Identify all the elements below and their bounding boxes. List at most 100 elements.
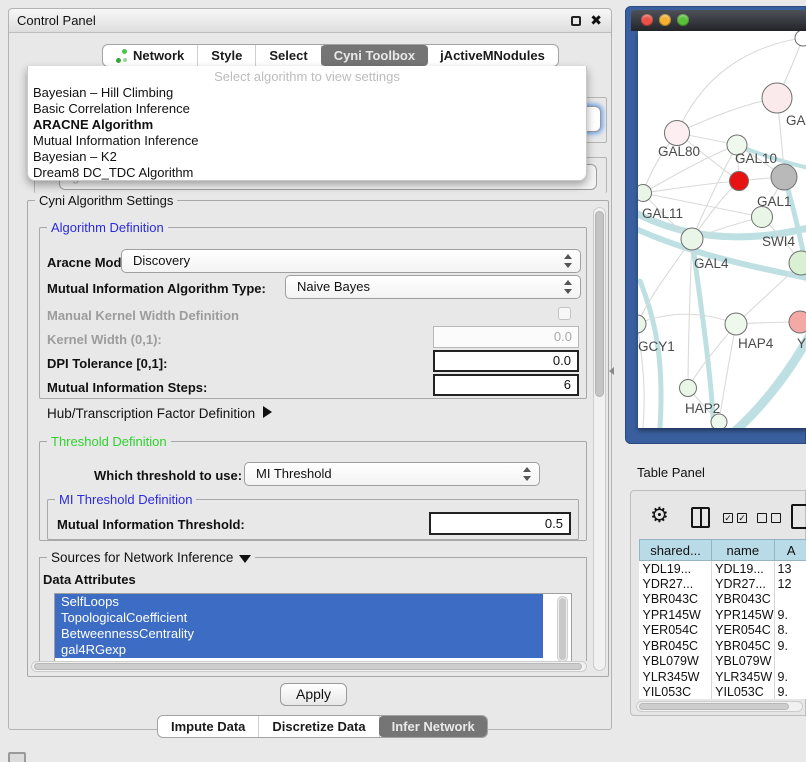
graph-node-swi4[interactable]	[789, 251, 806, 275]
algorithm-option[interactable]: ARACNE Algorithm	[28, 117, 586, 133]
close-traffic-icon[interactable]	[641, 14, 653, 26]
control-panel-window: Control Panel ✖ Network Style Select Cyn…	[8, 8, 612, 730]
graph-node-hap4[interactable]	[725, 313, 747, 335]
mi-steps-field[interactable]: 6	[433, 374, 579, 396]
chevron-down-icon	[239, 555, 251, 563]
node-label: GAL80	[658, 144, 700, 159]
table-header-row[interactable]: shared... name A	[640, 540, 806, 561]
table-row[interactable]: YBR043CYBR043C	[640, 592, 806, 608]
cyni-mode-tabs: Impute Data Discretize Data Infer Networ…	[157, 715, 488, 738]
unchecked-checkbox-icon[interactable]	[771, 513, 781, 523]
list-scrollbar[interactable]	[557, 596, 568, 662]
apply-button[interactable]: Apply	[280, 683, 347, 706]
node-label: GAL4	[694, 256, 729, 271]
control-panel-tabs: Network Style Select Cyni Toolbox jActiv…	[102, 44, 559, 67]
aracne-mode-combo[interactable]: Discovery	[121, 249, 581, 273]
table-row[interactable]: YER054CYER054C8.	[640, 623, 806, 639]
table-row[interactable]: YIL053CYIL053C9.	[640, 685, 806, 700]
tab-infer-network[interactable]: Infer Network	[379, 716, 488, 737]
algorithm-dropdown-placeholder: Select algorithm to view settings	[28, 66, 586, 85]
settings-vertical-scrollbar[interactable]	[593, 207, 606, 671]
which-threshold-combo[interactable]: MI Threshold	[244, 462, 540, 486]
dpi-tolerance-field[interactable]: 0.0	[433, 350, 579, 372]
column-name[interactable]: name	[712, 540, 774, 561]
algorithm-option[interactable]: Bayesian – K2	[28, 149, 586, 165]
node-label: GAL10	[735, 151, 777, 166]
table-row[interactable]: YBR045CYBR045C9.	[640, 638, 806, 654]
table-row[interactable]: YDL19...YDL19...13	[640, 561, 806, 577]
hub-definition-toggle[interactable]: Hub/Transcription Factor Definition	[47, 406, 272, 421]
kernel-width-field[interactable]: 0.0	[433, 326, 579, 348]
graph-node-gcy1[interactable]	[638, 315, 646, 333]
graph-node-gal4[interactable]	[681, 228, 703, 250]
graph-node[interactable]	[771, 164, 797, 190]
network-canvas[interactable]: GALGAL80GAL10GAL1GAL11SWI4GAL4GCY1HAP4YH…	[638, 31, 806, 428]
data-attributes-list[interactable]: SelfLoopsTopologicalCoefficientBetweenne…	[54, 593, 572, 664]
attribute-list-item[interactable]: SelfLoops	[55, 594, 543, 610]
mi-algorithm-type-combo[interactable]: Naive Bayes	[285, 275, 581, 299]
graph-node[interactable]	[795, 31, 806, 46]
algorithm-option[interactable]: Mutual Information Inference	[28, 133, 586, 149]
graph-node-gal[interactable]	[762, 83, 792, 113]
zoom-traffic-icon[interactable]	[677, 14, 689, 26]
node-label: GAL	[786, 113, 806, 128]
graph-node-gal11[interactable]	[638, 185, 652, 202]
unchecked-checkbox-icon[interactable]	[757, 513, 767, 523]
table-row[interactable]: YBL079WYBL079W	[640, 654, 806, 670]
application-root: Control Panel ✖ Network Style Select Cyn…	[0, 0, 806, 762]
chevron-right-icon	[263, 406, 272, 418]
gear-icon[interactable]: ⚙	[650, 503, 669, 528]
node-label: GCY1	[638, 339, 675, 354]
node-label: GAL11	[642, 206, 683, 221]
combo-stepper-icon	[563, 254, 572, 268]
checked-checkbox-icon[interactable]: ✓	[737, 513, 747, 523]
mi-threshold-field[interactable]: 0.5	[429, 512, 571, 535]
algorithm-option[interactable]: Dream8 DC_TDC Algorithm	[28, 165, 586, 181]
mi-algorithm-type-label: Mutual Information Algorithm Type:	[47, 281, 266, 296]
node-label: GAL1	[757, 194, 792, 209]
graph-node-gal1[interactable]	[752, 207, 773, 228]
minimized-panel-icon[interactable]	[8, 752, 26, 762]
tab-cyni-toolbox[interactable]: Cyni Toolbox	[321, 45, 428, 66]
tab-impute-data[interactable]: Impute Data	[158, 716, 259, 737]
table-horizontal-scrollbar[interactable]	[636, 701, 803, 712]
table-file-icon[interactable]	[791, 504, 806, 529]
mi-threshold-label: Mutual Information Threshold:	[57, 517, 245, 532]
algorithm-option[interactable]: Basic Correlation Inference	[28, 101, 586, 117]
checked-checkbox-icon[interactable]: ✓	[723, 513, 733, 523]
attribute-list-item[interactable]: gal4RGexp	[55, 642, 543, 658]
nodes[interactable]	[638, 31, 806, 428]
table-row[interactable]: YLR345WYLR345W9.	[640, 669, 806, 685]
node-table-viewport: shared... name A YDL19...YDL19...13YDR27…	[639, 539, 806, 699]
table-row[interactable]: YDR27...YDR27...12	[640, 576, 806, 592]
node-label: HAP4	[738, 336, 774, 351]
manual-kernel-checkbox[interactable]	[558, 307, 571, 320]
column-partial[interactable]: A	[774, 540, 806, 561]
graph-node[interactable]	[711, 414, 727, 428]
columns-icon[interactable]	[691, 507, 710, 528]
tab-select[interactable]: Select	[256, 45, 321, 66]
column-shared-name[interactable]: shared...	[640, 540, 712, 561]
manual-kernel-label: Manual Kernel Width Definition	[47, 308, 239, 323]
minimize-traffic-icon[interactable]	[659, 14, 671, 26]
tab-network[interactable]: Network	[103, 45, 198, 66]
node-table[interactable]: shared... name A YDL19...YDL19...13YDR27…	[639, 539, 806, 699]
tab-discretize-data[interactable]: Discretize Data	[259, 716, 379, 737]
graph-node-hap2[interactable]	[680, 380, 697, 397]
settings-horizontal-scrollbar[interactable]	[31, 661, 587, 672]
close-icon[interactable]: ✖	[590, 12, 602, 29]
sources-group-title[interactable]: Sources for Network Inference	[47, 550, 255, 565]
graph-node[interactable]	[730, 172, 749, 191]
attribute-list-item[interactable]: BetweennessCentrality	[55, 626, 543, 642]
tab-jactivemnodules[interactable]: jActiveMNodules	[427, 45, 558, 66]
attribute-list-item[interactable]: TopologicalCoefficient	[55, 610, 543, 626]
tab-style[interactable]: Style	[198, 45, 256, 66]
splitter-collapse-icon[interactable]	[609, 367, 614, 375]
float-window-icon[interactable]	[571, 16, 581, 26]
threshold-definition-title: Threshold Definition	[47, 434, 171, 449]
graph-node-y[interactable]	[789, 311, 806, 333]
algorithm-option[interactable]: Bayesian – Hill Climbing	[28, 85, 586, 101]
table-row[interactable]: YPR145WYPR145W9.	[640, 607, 806, 623]
algorithm-definition-title: Algorithm Definition	[47, 220, 168, 235]
graph-node-gal80[interactable]	[665, 121, 690, 146]
